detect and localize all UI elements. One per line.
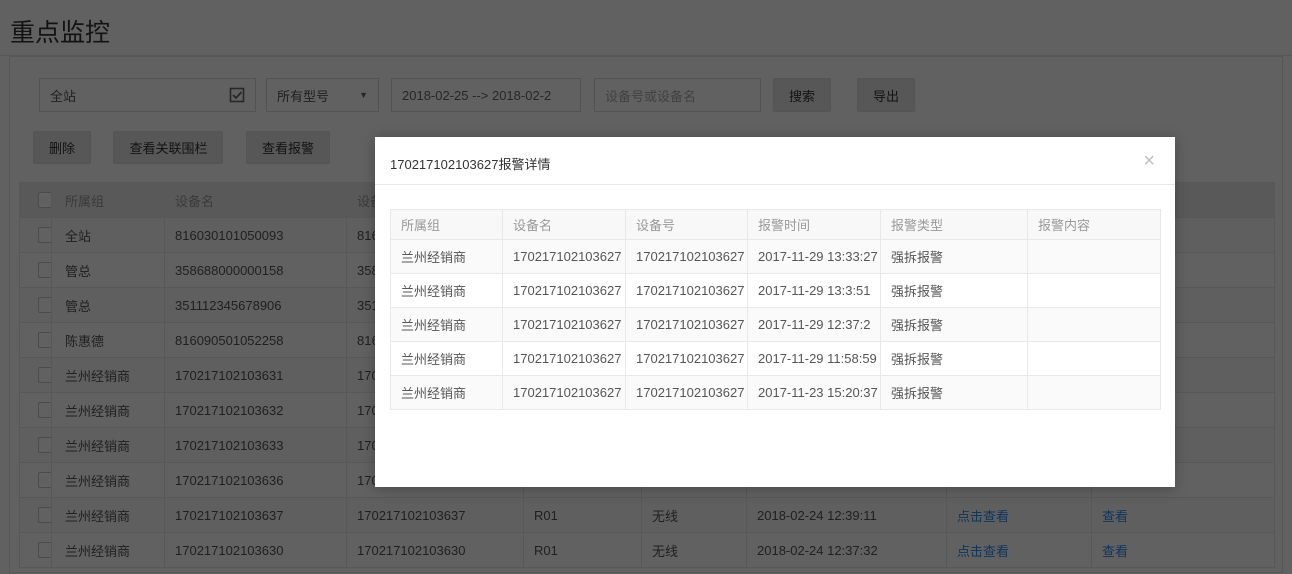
cell-number: 170217102103627 bbox=[625, 239, 748, 274]
header-group: 所属组 bbox=[390, 209, 503, 240]
cell-name: 170217102103627 bbox=[502, 273, 626, 308]
cell-content bbox=[1027, 307, 1161, 342]
cell-group: 兰州经销商 bbox=[390, 341, 503, 376]
cell-name: 170217102103627 bbox=[502, 239, 626, 274]
cell-content bbox=[1027, 375, 1161, 410]
header-time: 报警时间 bbox=[747, 209, 881, 240]
table-row: 兰州经销商 170217102103627 170217102103627 2017-… bbox=[390, 375, 1161, 410]
cell-number: 170217102103627 bbox=[625, 307, 748, 342]
alarm-table: 所属组 设备名 设备号 报警时间 报警类型 报警内容 兰州经销商 17021710… bbox=[390, 209, 1161, 410]
cell-time: 2017-11-23 15:20:37 bbox=[747, 375, 881, 410]
cell-time: 2017-11-29 13:33:27 bbox=[747, 239, 881, 274]
cell-time: 2017-11-29 13:3:51 bbox=[747, 273, 881, 308]
alarm-details-modal: 170217102103627报警详情 × 所属组 设备名 设备号 报警时间 报… bbox=[375, 137, 1175, 487]
table-row: 兰州经销商 170217102103627 170217102103627 2017-… bbox=[390, 307, 1161, 342]
cell-name: 170217102103627 bbox=[502, 307, 626, 342]
cell-number: 170217102103627 bbox=[625, 341, 748, 376]
cell-content bbox=[1027, 239, 1161, 274]
alarm-table-header-row: 所属组 设备名 设备号 报警时间 报警类型 报警内容 bbox=[390, 209, 1161, 240]
table-row: 兰州经销商 170217102103627 170217102103627 2017-… bbox=[390, 273, 1161, 308]
cell-group: 兰州经销商 bbox=[390, 375, 503, 410]
header-number: 设备号 bbox=[625, 209, 748, 240]
cell-group: 兰州经销商 bbox=[390, 273, 503, 308]
modal-header: 170217102103627报警详情 × bbox=[375, 137, 1175, 185]
cell-type: 强拆报警 bbox=[880, 307, 1028, 342]
cell-name: 170217102103627 bbox=[502, 341, 626, 376]
cell-group: 兰州经销商 bbox=[390, 239, 503, 274]
table-row: 兰州经销商 170217102103627 170217102103627 2017-… bbox=[390, 341, 1161, 376]
cell-content bbox=[1027, 341, 1161, 376]
cell-type: 强拆报警 bbox=[880, 375, 1028, 410]
cell-content bbox=[1027, 273, 1161, 308]
cell-type: 强拆报警 bbox=[880, 239, 1028, 274]
cell-name: 170217102103627 bbox=[502, 375, 626, 410]
modal-body: 所属组 设备名 设备号 报警时间 报警类型 报警内容 兰州经销商 17021710… bbox=[375, 185, 1175, 410]
cell-number: 170217102103627 bbox=[625, 273, 748, 308]
cell-type: 强拆报警 bbox=[880, 273, 1028, 308]
table-row: 兰州经销商 170217102103627 170217102103627 2017-… bbox=[390, 239, 1161, 274]
header-content: 报警内容 bbox=[1027, 209, 1161, 240]
cell-type: 强拆报警 bbox=[880, 341, 1028, 376]
cell-group: 兰州经销商 bbox=[390, 307, 503, 342]
cell-time: 2017-11-29 12:37:2 bbox=[747, 307, 881, 342]
cell-time: 2017-11-29 11:58:59 bbox=[747, 341, 881, 376]
header-name: 设备名 bbox=[502, 209, 626, 240]
close-icon[interactable]: × bbox=[1137, 149, 1161, 173]
modal-title: 170217102103627报警详情 bbox=[390, 157, 551, 172]
header-type: 报警类型 bbox=[880, 209, 1028, 240]
cell-number: 170217102103627 bbox=[625, 375, 748, 410]
